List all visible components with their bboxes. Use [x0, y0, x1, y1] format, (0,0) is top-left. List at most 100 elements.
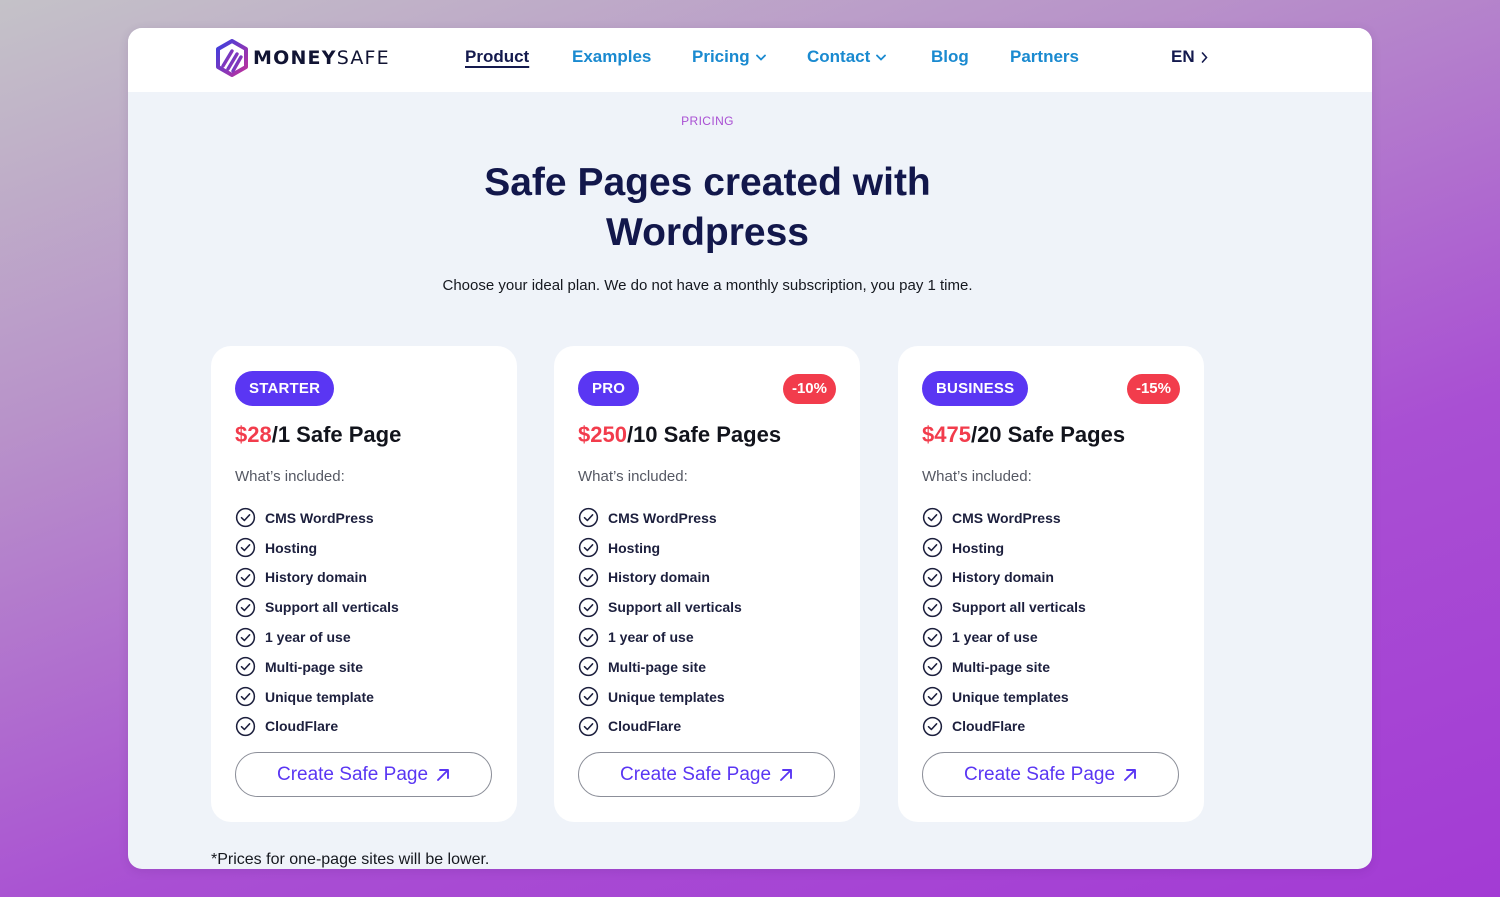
chevron-down-icon	[876, 54, 887, 61]
feature-item: History domain	[922, 563, 1086, 593]
check-circle-icon	[235, 567, 256, 588]
language-switcher[interactable]: EN	[1171, 47, 1208, 67]
plan-price: $250/10 Safe Pages	[578, 422, 781, 448]
included-label: What’s included:	[922, 468, 1032, 485]
feature-label: 1 year of use	[608, 629, 694, 646]
feature-label: CMS WordPress	[952, 509, 1061, 526]
feature-label: CloudFlare	[265, 718, 339, 735]
check-circle-icon	[235, 687, 256, 707]
feature-label: Hosting	[952, 539, 1005, 556]
nav-product-label: Product	[465, 47, 530, 66]
feature-label: Unique templates	[608, 688, 725, 705]
feature-label: Multi-page site	[608, 658, 707, 675]
plan-price-unit: /1 Safe Page	[271, 422, 402, 447]
plan-price: $28/1 Safe Page	[235, 422, 401, 448]
brand-logo[interactable]: MONEYSAFE	[215, 38, 390, 78]
top-navbar: MONEYSAFE Product Examples Pricing Conta…	[128, 28, 1372, 92]
feature-label: CloudFlare	[952, 718, 1026, 735]
plan-card-starter: STARTER $28/1 Safe Page What’s included:…	[211, 346, 517, 822]
feature-item: CloudFlare	[235, 712, 399, 742]
feature-list: CMS WordPress Hosting History domain Suppor…	[922, 503, 1086, 741]
nav-contact[interactable]: Contact	[807, 47, 887, 67]
feature-item: CloudFlare	[922, 712, 1086, 742]
nav-partners[interactable]: Partners	[1010, 47, 1079, 67]
feature-item: Support all verticals	[922, 592, 1086, 622]
check-circle-icon	[922, 657, 943, 677]
check-circle-icon	[578, 657, 599, 677]
nav-product[interactable]: Product	[465, 47, 529, 67]
discount-badge: -10%	[782, 374, 836, 404]
feature-label: Unique templates	[952, 688, 1069, 705]
page-subtitle: Choose your ideal plan. We do not have a…	[442, 277, 973, 294]
page-title-line-1: Safe Pages created with	[484, 161, 931, 204]
check-circle-icon	[235, 597, 256, 617]
plan-price: $475/20 Safe Pages	[922, 422, 1125, 448]
feature-label: CMS WordPress	[265, 509, 374, 526]
create-safe-page-button[interactable]: Create Safe Page	[578, 752, 835, 797]
nav-pricing-label: Pricing	[692, 47, 750, 66]
arrow-up-right-icon	[437, 768, 449, 781]
check-circle-icon	[235, 538, 256, 558]
nav-pricing[interactable]: Pricing	[692, 47, 766, 67]
check-circle-icon	[922, 567, 943, 588]
feature-item: Multi-page site	[578, 652, 742, 682]
check-circle-icon	[235, 657, 256, 677]
feature-label: History domain	[608, 569, 710, 586]
feature-item: History domain	[235, 563, 399, 593]
feature-item: Hosting	[922, 533, 1086, 563]
check-circle-icon	[578, 597, 599, 617]
feature-label: Hosting	[608, 539, 661, 556]
check-circle-icon	[922, 716, 943, 737]
cta-label: Create Safe Page	[276, 763, 429, 785]
check-circle-icon	[922, 508, 943, 528]
feature-item: CMS WordPress	[578, 503, 742, 533]
plan-price-unit: /20 Safe Pages	[970, 422, 1126, 447]
feature-item: Multi-page site	[922, 652, 1086, 682]
feature-item: CloudFlare	[578, 712, 742, 742]
pricing-footnote: *Prices for one-page sites will be lower…	[211, 851, 490, 868]
feature-label: Multi-page site	[265, 658, 364, 675]
discount-badge: -15%	[1126, 374, 1180, 404]
create-safe-page-button[interactable]: Create Safe Page	[922, 752, 1179, 797]
feature-label: 1 year of use	[952, 629, 1038, 646]
nav-blog[interactable]: Blog	[931, 47, 969, 67]
check-circle-icon	[578, 687, 599, 707]
feature-label: Support all verticals	[608, 599, 742, 616]
feature-item: Unique templates	[922, 682, 1086, 712]
plan-price-unit: /10 Safe Pages	[626, 422, 782, 447]
plan-tier-badge: STARTER	[235, 371, 335, 406]
browser-page: MONEYSAFE Product Examples Pricing Conta…	[128, 28, 1372, 869]
plan-card-business: BUSINESS -15% $475/20 Safe Pages What’s …	[898, 346, 1204, 822]
feature-item: History domain	[578, 563, 742, 593]
page-title: Safe Pages created with Wordpress	[128, 158, 1287, 258]
language-label: EN	[1171, 47, 1195, 66]
feature-label: History domain	[952, 569, 1054, 586]
feature-item: CMS WordPress	[922, 503, 1086, 533]
feature-label: Unique template	[265, 688, 374, 705]
nav-examples[interactable]: Examples	[572, 47, 651, 67]
feature-item: Unique template	[235, 682, 399, 712]
check-circle-icon	[578, 538, 599, 558]
nav-examples-label: Examples	[572, 47, 652, 66]
check-circle-icon	[578, 567, 599, 588]
check-circle-icon	[922, 597, 943, 617]
feature-item: CMS WordPress	[235, 503, 399, 533]
feature-label: 1 year of use	[265, 629, 351, 646]
nav-contact-label: Contact	[807, 47, 871, 66]
plan-tier-badge: BUSINESS	[922, 371, 1029, 406]
feature-item: Hosting	[235, 533, 399, 563]
check-circle-icon	[235, 716, 256, 737]
feature-item: Unique templates	[578, 682, 742, 712]
feature-item: Support all verticals	[578, 592, 742, 622]
moneysafe-logo-icon	[216, 39, 248, 77]
included-label: What’s included:	[578, 468, 688, 485]
create-safe-page-button[interactable]: Create Safe Page	[235, 752, 492, 797]
feature-list: CMS WordPress Hosting History domain Suppor…	[578, 503, 742, 741]
feature-list: CMS WordPress Hosting History domain Suppor…	[235, 503, 399, 741]
chevron-right-icon	[1201, 51, 1208, 63]
feature-label: CloudFlare	[608, 718, 682, 735]
brand-wordmark: MONEYSAFE	[253, 47, 390, 69]
feature-label: CMS WordPress	[608, 509, 717, 526]
cta-label: Create Safe Page	[619, 763, 772, 785]
feature-label: Hosting	[265, 539, 318, 556]
